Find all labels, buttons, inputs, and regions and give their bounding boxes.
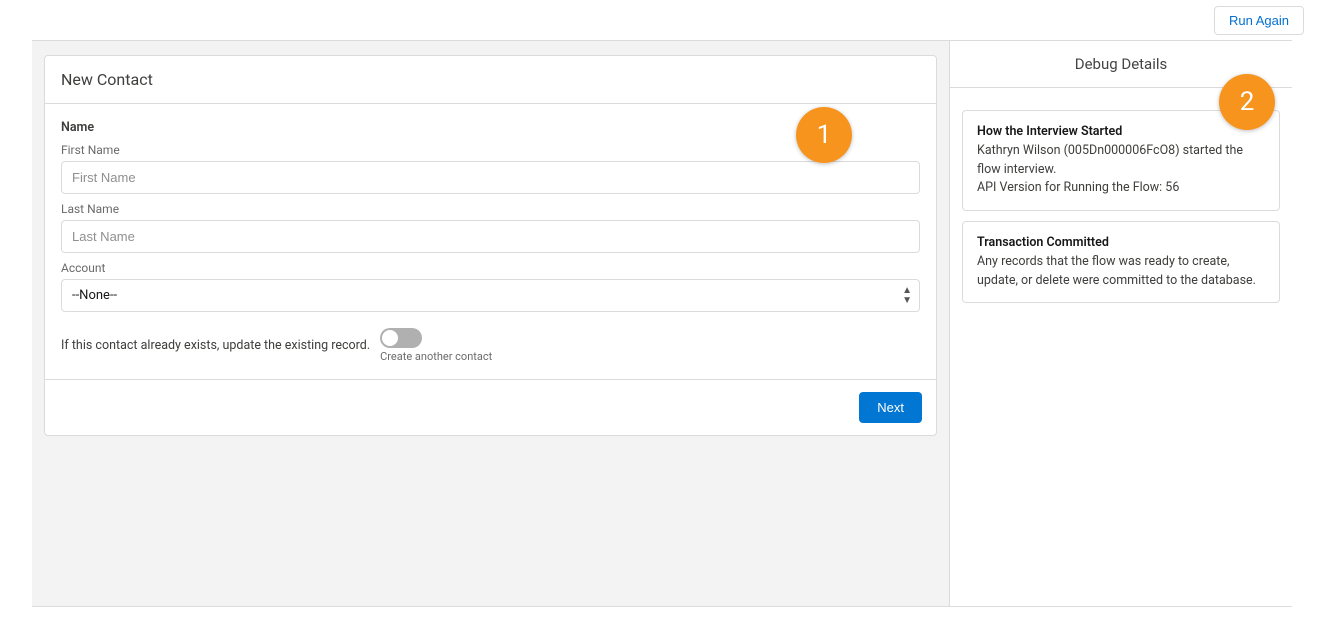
callout-1: 1 <box>796 107 852 163</box>
debug-card-transaction-committed[interactable]: Transaction Committed Any records that t… <box>962 221 1280 303</box>
debug-card-line: Kathryn Wilson (005Dn000006FcO8) started… <box>977 142 1265 180</box>
account-select-wrap: --None-- ▲▼ <box>61 279 920 312</box>
next-button[interactable]: Next <box>859 392 922 423</box>
debug-card-title: How the Interview Started <box>977 123 1265 142</box>
update-existing-toggle[interactable] <box>380 328 422 348</box>
first-name-label: First Name <box>61 143 920 157</box>
form-card: New Contact Name First Name Last Name Ac… <box>44 55 937 436</box>
debug-card-line: Any records that the flow was ready to c… <box>977 253 1265 291</box>
toggle-row: If this contact already exists, update t… <box>61 328 920 363</box>
card-title: New Contact <box>45 56 936 104</box>
run-again-button[interactable]: Run Again <box>1214 6 1304 35</box>
account-select[interactable]: --None-- <box>61 279 920 312</box>
section-name: Name <box>61 120 920 135</box>
form-panel: 1 New Contact Name First Name Last Name … <box>32 41 950 606</box>
last-name-input[interactable] <box>61 220 920 253</box>
toggle-stack: Create another contact <box>380 328 492 363</box>
last-name-label: Last Name <box>61 202 920 216</box>
card-footer: Next <box>45 379 936 435</box>
first-name-input[interactable] <box>61 161 920 194</box>
debug-panel: 2 Debug Details How the Interview Starte… <box>950 41 1292 606</box>
workspace: 1 New Contact Name First Name Last Name … <box>32 40 1292 607</box>
debug-card-line: API Version for Running the Flow: 56 <box>977 179 1265 198</box>
toggle-text: If this contact already exists, update t… <box>61 338 370 353</box>
account-label: Account <box>61 261 920 275</box>
toggle-knob <box>382 330 398 346</box>
debug-card-title: Transaction Committed <box>977 234 1265 253</box>
callout-2: 2 <box>1219 74 1275 130</box>
toggle-caption: Create another contact <box>380 350 492 363</box>
topbar: Run Again <box>0 0 1324 40</box>
